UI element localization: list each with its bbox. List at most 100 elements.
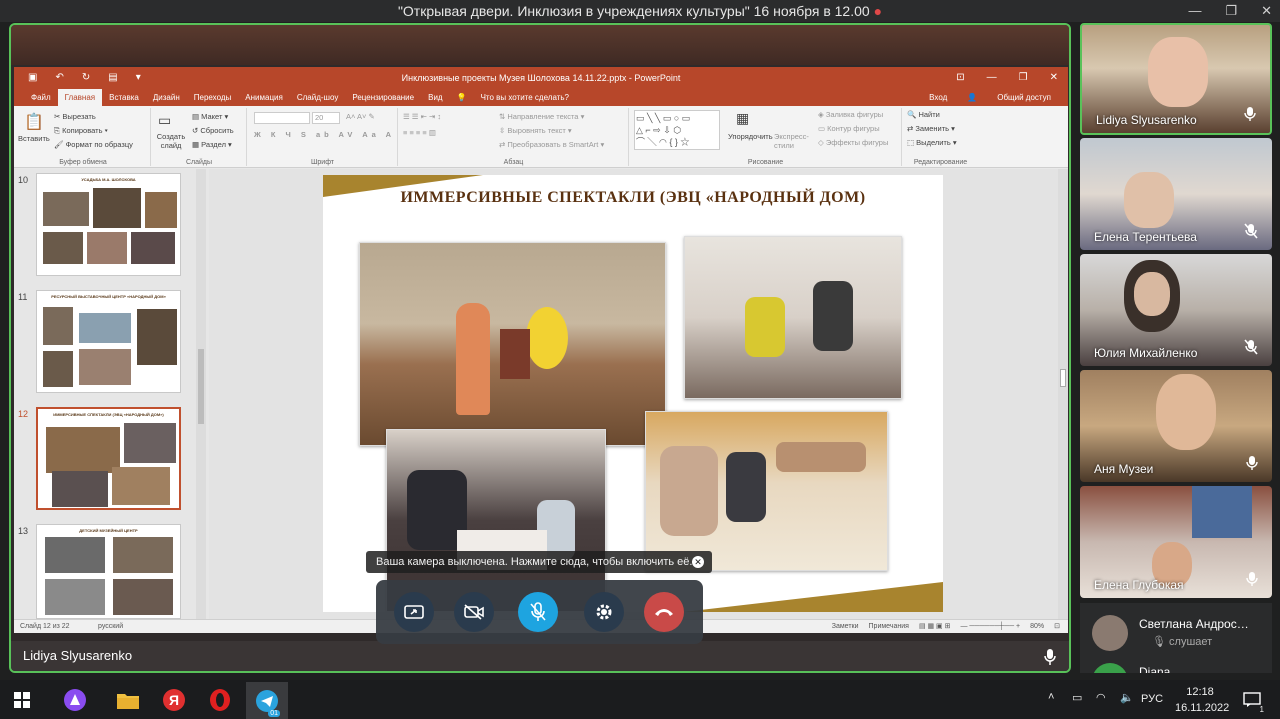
slide-canvas[interactable]: ИММЕРСИВНЫЕ СПЕКТАКЛИ (ЭВЦ «НАРОДНЫЙ ДОМ… [323,175,943,612]
font-name-input[interactable] [254,112,310,124]
microphone-icon [1246,571,1258,592]
avatar[interactable] [1092,663,1128,673]
ppt-ribbon-display-icon[interactable]: ⊡ [956,67,964,89]
shape-effects-button[interactable]: ◇ Эффекты фигуры [818,138,888,147]
windows-start-icon[interactable] [8,686,36,714]
ppt-search-hint[interactable]: Что вы хотите сделать? [474,89,576,106]
clock[interactable]: 12:18 16.11.2022 [1175,684,1229,716]
list-icons[interactable]: ☰ ☰ ⇤ ⇥ ↕ [403,112,441,121]
align-text-button[interactable]: ⇳ Выровнять текст ▾ [499,126,572,135]
cut-button[interactable]: ✂ Вырезать [54,112,96,121]
participant-list-name[interactable]: Diana [1139,665,1170,673]
participant-tile[interactable]: Юлия Михайленко [1080,254,1272,366]
select-button[interactable]: ⬚ Выделить ▾ [907,138,957,147]
participant-tile[interactable]: Lidiya Slyusarenko [1080,23,1272,135]
shape-fill-button[interactable]: ◈ Заливка фигуры [818,110,883,119]
battery-icon[interactable]: ▭ [1072,691,1082,704]
telegram-taskbar-button[interactable]: 01 [246,682,288,719]
font-grow-shrink-icon[interactable]: A˄ A˅ ✎ [346,112,375,121]
paste-button[interactable]: Вставить [18,134,50,143]
thumbs-scrollbar[interactable] [196,169,206,619]
font-size-input[interactable]: 20 [312,112,340,124]
language-indicator[interactable]: русский [98,620,123,634]
slide-photo-workshop[interactable] [645,411,888,571]
share-button[interactable]: Общий доступ [990,89,1058,106]
arrange-icon[interactable]: ▦ [736,110,749,127]
file-explorer-icon[interactable] [114,686,142,714]
opera-browser-icon[interactable] [206,686,234,714]
notes-button[interactable]: Заметки [832,620,859,634]
slide-scrollbar[interactable] [1058,169,1068,619]
new-slide-button[interactable]: Создать слайд [154,132,188,150]
hang-up-button[interactable] [644,592,684,632]
slide-thumbnail[interactable]: УСАДЬБА М.А. ШОЛОХОВА [36,173,181,276]
menu-insert[interactable]: Вставка [102,89,146,106]
slide-photo-table[interactable] [684,236,902,399]
ppt-close-icon[interactable]: ✕ [1050,67,1058,89]
section-button[interactable]: ▦ Раздел ▾ [192,140,232,149]
zoom-slider[interactable]: — ──────┼── + [960,620,1020,634]
camera-toggle-button[interactable] [454,592,494,632]
view-buttons[interactable]: ▤ ▦ ▣ ⊞ [919,620,951,634]
shapes-gallery[interactable]: ▭ ╲ ╲ ▭ ○ ▭ △ ⌐ ⇨ ⇩ ⬡ ⌒ ╲ ◠ { } ☆ [634,110,720,150]
paste-icon[interactable]: 📋 [24,112,44,132]
yandex-browser-icon[interactable]: Я [160,686,188,714]
sign-in-link[interactable]: Вход [922,89,954,106]
layout-button[interactable]: ▤ Макет ▾ [192,112,228,121]
zoom-level[interactable]: 80% [1030,620,1044,634]
slide-thumbnail[interactable]: РЕСУРСНЫЙ ВЫСТАВОЧНЫЙ ЦЕНТР «НАРОДНЫЙ ДО… [36,290,181,393]
participant-name: Аня Музеи [1094,462,1154,476]
reset-button[interactable]: ↺ Сбросить [192,126,234,135]
find-button[interactable]: 🔍 Найти [907,110,940,119]
minimize-button[interactable]: — [1188,0,1201,22]
participant-tile[interactable]: Елена Глубокая [1080,486,1272,598]
quick-styles-button[interactable]: Экспресс-стили [774,132,814,150]
avatar[interactable] [1092,615,1128,651]
volume-icon[interactable]: 🔈 [1120,691,1134,704]
thumbs-scroll-handle[interactable] [198,349,204,424]
menu-view[interactable]: Вид [421,89,449,106]
input-language[interactable]: РУС [1141,693,1163,705]
participant-list-name[interactable]: Светлана Андрос… [1139,617,1249,631]
smartart-button[interactable]: ⇄ Преобразовать в SmartArt ▾ [499,140,604,149]
slide-thumbnail-selected[interactable]: ИММЕРСИВНЫЕ СПЕКТАКЛИ (ЭВЦ «НАРОДНЫЙ ДОМ… [36,407,181,510]
alice-assistant-icon[interactable] [61,686,89,714]
participant-tile[interactable]: Аня Музеи [1080,370,1272,482]
maximize-button[interactable]: ❐ [1225,0,1237,22]
screen-share-button[interactable] [394,592,434,632]
new-slide-icon[interactable]: ▭ [158,112,171,129]
align-icons[interactable]: ≡ ≡ ≡ ≡ ▥ [403,128,436,137]
copy-button[interactable]: ⎘ Копировать ▾ [54,126,108,136]
text-direction-button[interactable]: ⇅ Направление текста ▾ [499,112,584,121]
participant-tile[interactable]: Елена Терентьева [1080,138,1272,250]
shape-outline-button[interactable]: ▭ Контур фигуры [818,124,880,133]
slide-scroll-handle[interactable] [1060,369,1066,387]
main-stage[interactable]: ▣ ↶ ↻ ▤ ▾ Инклюзивные проекты Музея Шоло… [9,23,1071,673]
ppt-minimize-icon[interactable]: — [987,67,997,89]
menu-slideshow[interactable]: Слайд-шоу [290,89,345,106]
wifi-icon[interactable]: ◠ [1096,691,1106,704]
menu-review[interactable]: Рецензирование [345,89,421,106]
notifications-icon[interactable]: 1 [1238,686,1266,714]
settings-button[interactable] [584,592,624,632]
menu-file[interactable]: Файл [24,89,58,106]
ppt-restore-icon[interactable]: ❐ [1019,67,1028,89]
comments-button[interactable]: Примечания [869,620,909,634]
slide-photo-theatre[interactable] [359,242,666,446]
format-painter-button[interactable]: 🖌 Формат по образцу [54,140,133,149]
menu-design[interactable]: Дизайн [146,89,187,106]
replace-button[interactable]: ⇄ Заменить ▾ [907,124,955,133]
close-button[interactable]: ✕ [1261,0,1272,22]
menu-transitions[interactable]: Переходы [187,89,239,106]
menu-animation[interactable]: Анимация [238,89,290,106]
close-toast-icon[interactable]: ✕ [692,556,704,568]
camera-off-toast[interactable]: Ваша камера выключена. Нажмите сюда, что… [366,551,712,573]
arrange-button[interactable]: Упорядочить [728,132,773,141]
slide-thumbnail[interactable]: ДЕТСКИЙ МУЗЕЙНЫЙ ЦЕНТР [36,524,181,619]
tray-expand-icon[interactable]: ˄ [1048,691,1054,703]
replace-label: Заменить [915,124,950,133]
microphone-toggle-button[interactable] [518,592,558,632]
font-style-icons[interactable]: Ж К Ч S ab AV Aa A [254,130,395,139]
menu-home[interactable]: Главная [57,89,103,106]
fit-slide-icon[interactable]: ⊡ [1054,620,1060,634]
